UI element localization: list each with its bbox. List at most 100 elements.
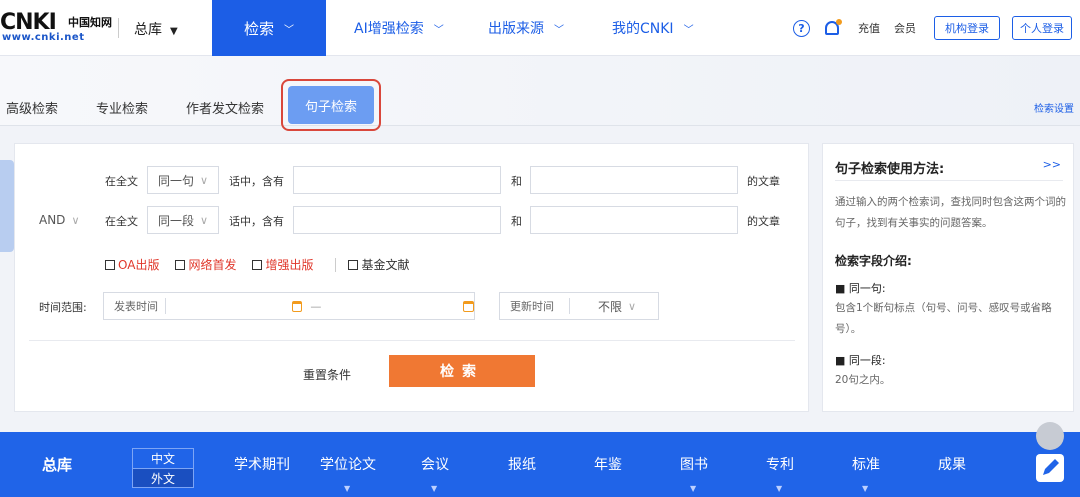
logo-url-text: www.cnki.net [2,32,85,43]
update-time-select[interactable]: 更新时间 不限 ∨ [499,292,659,320]
logo-divider [118,18,119,38]
bottom-item-conferences[interactable]: 会议 ▼ [421,454,449,493]
side-collapse-tab[interactable] [0,160,14,252]
chevron-down-icon: ﹀ [683,24,694,36]
chevron-down-icon: ﹀ [554,24,564,36]
checkbox-enhanced-label: 增强出版 [265,258,314,272]
update-time-label: 更新时间 [510,298,570,314]
unit-select-value: 同一句 [158,173,195,188]
tab-author-search[interactable]: 作者发文检索 [186,98,264,117]
checkbox-box [175,259,186,270]
checkbox-online-first-label: 网络首发 [188,258,237,272]
bottom-item-patents-label: 专利 [766,457,794,473]
keyword-input-1b[interactable] [530,166,738,194]
search-form-panel: 在全文 同一句 ∨ 话中，含有 和 的文章 AND ∨ 在全文 同一段 ∨ 话中，含有… [14,143,809,412]
logic-select-value: AND [39,213,66,227]
and-label: 和 [511,175,522,188]
edit-icon[interactable] [1036,454,1064,482]
suffix-label: 的文章 [747,215,780,228]
chevron-down-icon: ∨ [71,213,80,227]
unit-select-paragraph[interactable]: 同一段 ∨ [147,206,219,234]
nav-publication-source-label: 出版来源 [488,21,544,37]
nav-publication-source[interactable]: 出版来源 ﹀ [488,0,564,56]
suffix-label: 的文章 [747,175,780,188]
nav-search[interactable]: 检索 ﹀ [212,0,326,56]
checkbox-oa-label: OA出版 [118,258,160,272]
bottom-item-theses[interactable]: 学位论文 ▼ [320,454,376,493]
bottom-item-achievements-label: 成果 [938,457,966,473]
question-icon: ? [793,19,810,37]
checkbox-box [348,259,359,270]
member-link[interactable]: 会员 [894,0,916,56]
nav-ai-search[interactable]: AI增强检索 ﹀ [354,0,444,56]
help-fields-title: 检索字段介绍: [835,254,912,268]
publish-date-range[interactable]: 发表时间 — [103,292,475,320]
contains-label: 话中，含有 [229,175,284,188]
keyword-input-2a[interactable] [293,206,501,234]
nav-search-label: 检索 [243,19,274,38]
search-settings-link[interactable]: 检索设置 [1034,100,1074,115]
calendar-icon[interactable] [463,300,475,312]
reset-button[interactable]: 重置条件 [303,366,351,383]
checkbox-fund[interactable]: 基金文献 [348,256,410,273]
notification-button[interactable] [825,0,842,56]
bottom-item-conferences-label: 会议 [421,457,449,473]
range-separator: — [310,299,322,313]
bottom-item-books-label: 图书 [680,457,708,473]
lang-chinese[interactable]: 中文 [132,448,194,468]
logic-select[interactable]: AND ∨ [29,206,93,234]
bottom-item-achievements[interactable]: 成果 [938,454,966,474]
unit-select-value: 同一段 [158,213,195,228]
search-type-tabs: 高级检索 专业检索 作者发文检索 句子检索 检索设置 [0,56,1080,131]
tab-professional-search[interactable]: 专业检索 [96,98,148,117]
personal-login-button[interactable]: 个人登录 [1012,16,1072,40]
checkbox-enhanced[interactable]: 增强出版 [252,256,313,273]
help-divider [835,180,1063,181]
chevron-down-icon: ▼ [431,484,438,493]
bottom-item-journals[interactable]: 学术期刊 [234,454,290,474]
org-login-button[interactable]: 机构登录 [934,16,1000,40]
feedback-icon[interactable] [1036,422,1064,450]
and-label: 和 [511,215,522,228]
chevron-down-icon: ∨ [200,173,209,187]
chevron-down-icon: ▼ [690,484,697,493]
help-field-sentence-text: 包含1个断句标点（句号、问号、感叹号或省略号）。 [835,302,1052,335]
bottom-item-newspapers[interactable]: 报纸 [508,454,536,474]
bottom-zongku[interactable]: 总库 [42,454,72,475]
keyword-input-1a[interactable] [293,166,501,194]
bottom-item-newspapers-label: 报纸 [508,457,536,473]
bottom-item-standards-label: 标准 [852,457,880,473]
bottom-item-patents[interactable]: 专利 ▼ [766,454,794,493]
bottom-item-books[interactable]: 图书 ▼ [680,454,708,493]
chevron-down-icon: ▼ [862,484,869,493]
top-header: CNKI 中国知网 www.cnki.net 总库 ▼ 检索 ﹀ AI增强检索 ﹀ 出… [0,0,1080,56]
time-range-label: 时间范围: [39,301,87,314]
bell-icon [825,19,842,35]
unit-select-sentence[interactable]: 同一句 ∨ [147,166,219,194]
scope-label: 在全文 [105,215,138,228]
search-button[interactable]: 检索 [389,355,535,387]
help-expand-link[interactable]: >> [1043,158,1061,171]
calendar-icon[interactable] [291,300,303,312]
nav-my-cnki[interactable]: 我的CNKI ﹀ [612,0,694,56]
checkbox-online-first[interactable]: 网络首发 [175,256,236,273]
publish-time-label: 发表时间 [114,298,166,314]
keyword-input-2b[interactable] [530,206,738,234]
contains-label: 话中，含有 [229,215,284,228]
help-field-sentence-title: ■ 同一句: [835,282,886,295]
bottom-item-yearbooks[interactable]: 年鉴 [594,454,622,474]
database-selector[interactable]: 总库 ▼ [134,19,178,39]
bottom-item-standards[interactable]: 标准 ▼ [852,454,880,493]
tab-advanced-search[interactable]: 高级检索 [6,98,58,117]
help-title: 句子检索使用方法: [835,162,945,177]
chevron-down-icon: ∨ [628,299,637,313]
help-button[interactable]: ? [793,0,810,56]
cnki-logo[interactable]: CNKI 中国知网 www.cnki.net [0,8,112,48]
recharge-link[interactable]: 充值 [858,0,880,56]
tab-sentence-search[interactable]: 句子检索 [288,86,374,124]
help-panel: 句子检索使用方法: >> 通过输入的两个检索词，查找同时包含这两个词的句子，找到… [822,143,1074,412]
lang-foreign[interactable]: 外文 [132,468,194,488]
sentence-row-2: AND ∨ 在全文 同一段 ∨ 话中，含有 和 的文章 [15,206,810,234]
checkbox-oa[interactable]: OA出版 [105,256,159,273]
divider [335,257,337,272]
